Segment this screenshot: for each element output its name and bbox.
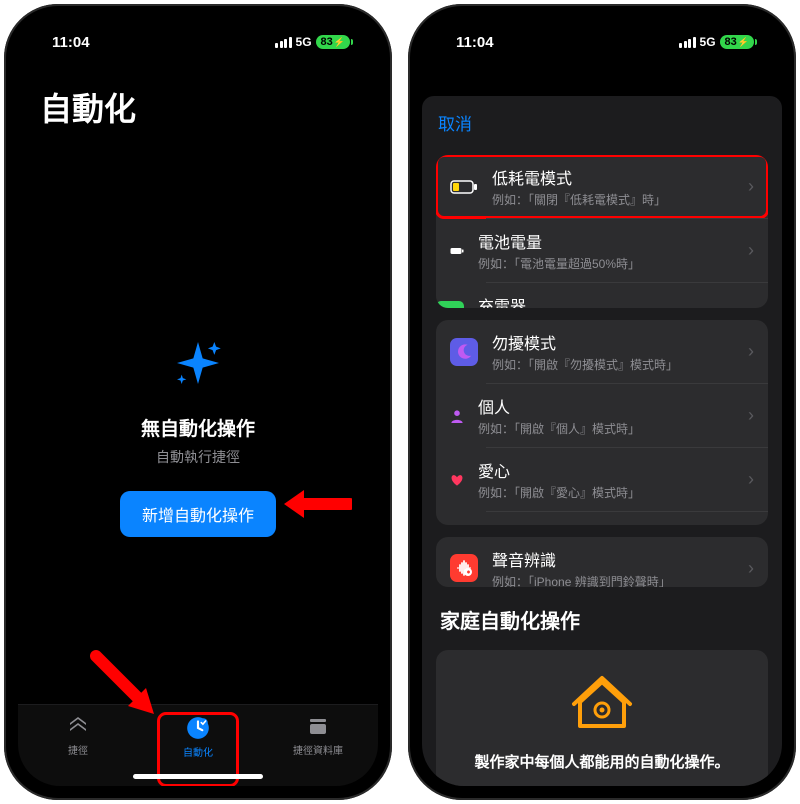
status-right: 5G 83⚡: [275, 35, 350, 49]
sheet-backdrop: [422, 66, 782, 96]
home-section-header: 家庭自動化操作: [422, 587, 782, 640]
home-promo-text: 製作家中每個人都能用的自動化操作。: [474, 751, 729, 772]
row-title: 低耗電模式: [492, 165, 734, 189]
row-title: 聲音辨識: [492, 547, 734, 571]
trigger-row-sound-recognition[interactable]: 聲音辨識 例如：「iPhone 辨識到門鈴聲時」 ›: [436, 537, 768, 588]
row-subtitle: 例如：「開啟『個人』模式時」: [478, 420, 734, 437]
row-subtitle: 例如：「開啟『勿擾模式』模式時」: [492, 356, 734, 373]
chevron-right-icon: ›: [748, 176, 754, 197]
trigger-group-focus: 勿擾模式 例如：「開啟『勿擾模式』模式時」 › 個人 例如：「開啟『個人』模式時…: [436, 320, 768, 524]
sheet-header: 取消: [422, 96, 782, 143]
chevron-right-icon: ›: [748, 341, 754, 362]
signal-icon: [679, 37, 696, 48]
gallery-icon: [305, 713, 331, 739]
trigger-row-personal[interactable]: 個人 例如：「開啟『個人』模式時」 ›: [486, 383, 768, 447]
charger-icon: [436, 301, 464, 309]
chevron-right-icon: ›: [748, 558, 754, 579]
empty-subtitle: 自動執行捷徑: [156, 447, 240, 467]
trigger-picker-sheet: 取消 低耗電模式 例如：「關閉『低耗電模式』時」 ›: [422, 96, 782, 786]
battery-indicator: 83⚡: [316, 35, 350, 49]
tab-gallery-label: 捷徑資料庫: [293, 742, 343, 757]
trigger-row-dnd[interactable]: 勿擾模式 例如：「開啟『勿擾模式』模式時」 ›: [436, 320, 768, 383]
phone-frame-right: 11:04 5G 83⚡ 取消: [408, 4, 796, 800]
battery-indicator: 83⚡: [720, 35, 754, 49]
row-subtitle: 例如：「電池電量超過50%時」: [478, 255, 734, 272]
trigger-row-low-power[interactable]: 低耗電模式 例如：「關閉『低耗電模式』時」 ›: [436, 155, 768, 218]
row-title: 工作: [478, 522, 734, 524]
clock-icon: [185, 715, 211, 741]
status-time: 11:04: [456, 34, 494, 51]
home-promo-card[interactable]: 製作家中每個人都能用的自動化操作。: [436, 650, 768, 786]
trigger-row-battery-level[interactable]: 電池電量 例如：「電池電量超過50%時」 ›: [486, 218, 768, 282]
row-title: 愛心: [478, 458, 734, 482]
moon-icon: [450, 338, 478, 366]
chevron-right-icon: ›: [748, 469, 754, 490]
status-network: 5G: [296, 35, 312, 49]
empty-title: 無自動化操作: [141, 414, 255, 441]
battery-low-icon: [450, 173, 478, 201]
phone-frame-left: 11:04 5G 83⚡ 自動化 無自動化操作 自動執行捷徑 新增自動化操作: [4, 4, 392, 800]
row-title: 電池電量: [478, 229, 734, 253]
create-automation-button[interactable]: 新增自動化操作: [120, 491, 276, 537]
trigger-row-charger[interactable]: 充電器 例如：「iPhone 連接電源時」 ›: [486, 282, 768, 308]
screen-left: 11:04 5G 83⚡ 自動化 無自動化操作 自動執行捷徑 新增自動化操作: [18, 18, 378, 786]
battery-icon: [436, 237, 464, 265]
status-right: 5G 83⚡: [679, 35, 754, 49]
sparkle-icon: [170, 335, 226, 396]
row-subtitle: 例如：「關閉『低耗電模式』時」: [492, 191, 734, 208]
heart-icon: [436, 466, 464, 494]
screen-right: 11:04 5G 83⚡ 取消: [422, 18, 782, 786]
tab-automation-label: 自動化: [183, 744, 213, 759]
notch: [118, 18, 278, 44]
trigger-group-sound: 聲音辨識 例如：「iPhone 辨識到門鈴聲時」 ›: [436, 537, 768, 588]
page-title: 自動化: [18, 66, 378, 138]
person-icon: [436, 402, 464, 430]
chevron-right-icon: ›: [748, 304, 754, 308]
shortcuts-icon: [65, 713, 91, 739]
chevron-right-icon: ›: [748, 240, 754, 261]
trigger-group-battery: 低耗電模式 例如：「關閉『低耗電模式』時」 › 電池電量 例如：「電池電量超過5…: [436, 155, 768, 308]
row-subtitle: 例如：「iPhone 辨識到門鈴聲時」: [492, 573, 734, 588]
status-time: 11:04: [52, 34, 90, 51]
tab-gallery[interactable]: 捷徑資料庫: [278, 713, 358, 786]
trigger-row-love[interactable]: 愛心 例如：「開啟『愛心』模式時」 ›: [486, 447, 768, 511]
trigger-row-work[interactable]: 工作 例如：「開啟『工作』模式時」 ›: [486, 511, 768, 524]
row-subtitle: 例如：「開啟『愛心』模式時」: [478, 484, 734, 501]
tab-shortcuts-label: 捷徑: [68, 742, 88, 757]
row-title: 勿擾模式: [492, 330, 734, 354]
sound-icon: [450, 554, 478, 582]
tab-shortcuts[interactable]: 捷徑: [38, 713, 118, 786]
row-title: 充電器: [478, 293, 734, 308]
notch: [522, 18, 682, 44]
sheet-container: 取消 低耗電模式 例如：「關閉『低耗電模式』時」 ›: [422, 66, 782, 786]
status-network: 5G: [700, 35, 716, 49]
empty-state: 無自動化操作 自動執行捷徑 新增自動化操作: [18, 138, 378, 704]
tab-bar: 捷徑 自動化 捷徑資料庫: [18, 704, 378, 786]
row-title: 個人: [478, 394, 734, 418]
cancel-button[interactable]: 取消: [438, 115, 472, 134]
signal-icon: [275, 37, 292, 48]
home-indicator[interactable]: [133, 774, 263, 779]
house-icon: [570, 672, 634, 737]
chevron-right-icon: ›: [748, 405, 754, 426]
